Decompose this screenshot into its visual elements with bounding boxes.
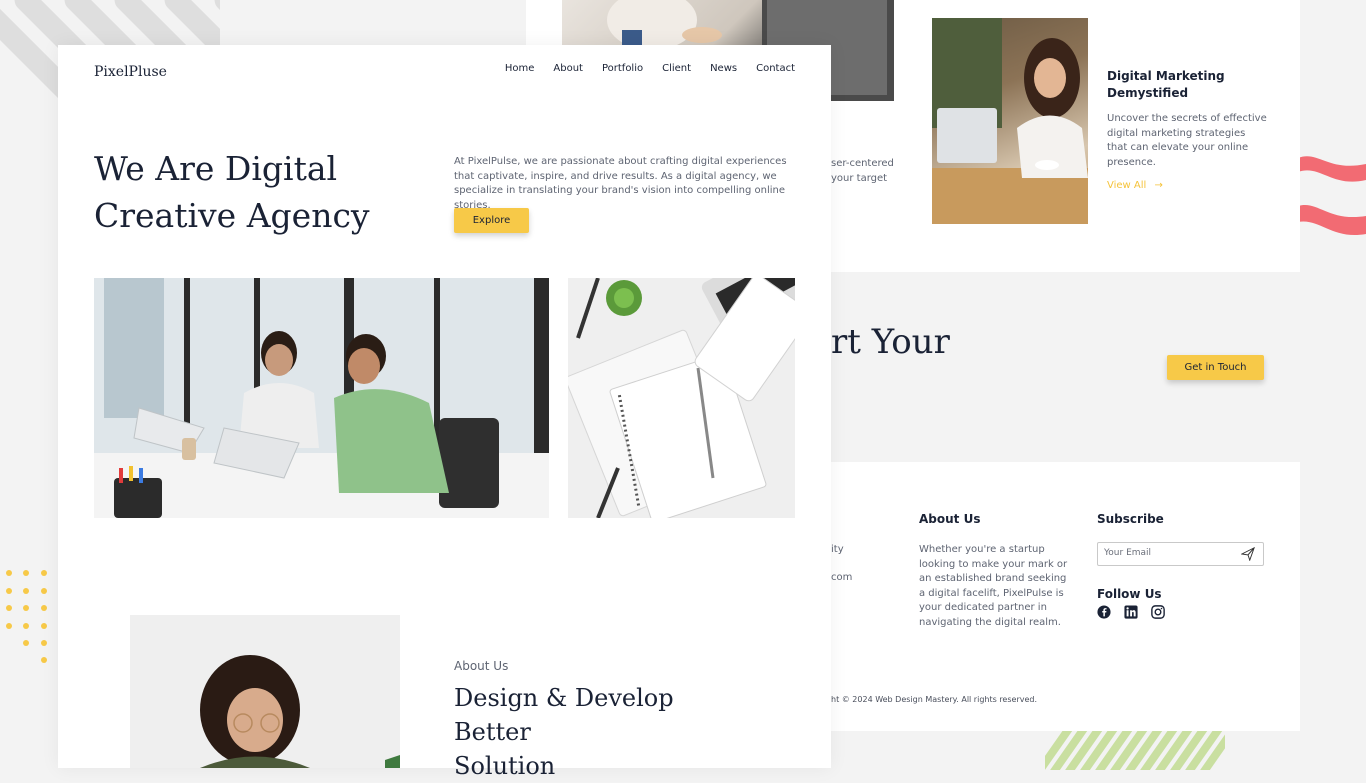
facebook-icon[interactable] <box>1097 605 1111 619</box>
cut-text-line-2: your target <box>831 173 888 184</box>
decorative-wave-bottom <box>1298 204 1366 236</box>
footer-about-title: About Us <box>919 512 981 526</box>
site-logo[interactable]: PixelPluse <box>94 64 167 80</box>
decorative-green-stripes <box>1045 730 1225 770</box>
instagram-icon[interactable] <box>1151 605 1165 619</box>
cta-heading: rt Your <box>831 322 950 362</box>
copyright-text: ht © 2024 Web Design Mastery. All rights… <box>831 695 1038 704</box>
blog-photo-woman-laptop <box>932 18 1088 224</box>
hero-title-line-1: We Are Digital <box>94 149 338 188</box>
view-all-label: View All <box>1107 180 1147 191</box>
nav-about[interactable]: About <box>553 63 583 74</box>
hero-title: We Are Digital Creative Agency <box>94 145 424 239</box>
email-placeholder: Your Email <box>1104 548 1152 558</box>
about-woman-photo <box>130 615 400 768</box>
hero-title-line-2: Creative Agency <box>94 196 370 235</box>
main-nav: Home About Portfolio Client News Contact <box>505 63 795 74</box>
get-in-touch-button[interactable]: Get in Touch <box>1167 355 1264 380</box>
nav-portfolio[interactable]: Portfolio <box>602 63 643 74</box>
email-input[interactable]: Your Email <box>1097 542 1264 566</box>
footer-cut-text-2: com <box>831 572 853 583</box>
arrow-right-icon: → <box>1154 180 1163 191</box>
about-section-label: About Us <box>454 659 509 673</box>
desk-notebook-photo <box>568 278 795 518</box>
decorative-dots <box>4 570 54 670</box>
office-team-photo <box>94 278 549 518</box>
footer-about-text: Whether you're a startup looking to make… <box>919 544 1068 628</box>
view-all-link[interactable]: View All → <box>1107 180 1163 191</box>
main-page-card: PixelPluse Home About Portfolio Client N… <box>58 45 831 780</box>
cut-text-line-1: ser-centered <box>831 158 894 169</box>
nav-news[interactable]: News <box>710 63 737 74</box>
about-title-line-1: Design & Develop Better <box>454 684 674 746</box>
follow-us-title: Follow Us <box>1097 587 1162 601</box>
footer-cut-text-1: ity <box>831 544 844 555</box>
hero-description: At PixelPulse, we are passionate about c… <box>454 156 787 211</box>
subscribe-title: Subscribe <box>1097 512 1164 526</box>
nav-contact[interactable]: Contact <box>756 63 795 74</box>
decorative-wave-top <box>1298 156 1366 182</box>
blog-title: Digital Marketing Demystified <box>1107 69 1225 100</box>
about-title-line-2: Solution <box>454 752 556 780</box>
linkedin-icon[interactable] <box>1124 605 1138 619</box>
blog-text: Uncover the secrets of effective digital… <box>1107 113 1267 168</box>
send-icon[interactable] <box>1241 547 1255 561</box>
nav-home[interactable]: Home <box>505 63 535 74</box>
nav-client[interactable]: Client <box>662 63 691 74</box>
explore-button[interactable]: Explore <box>454 208 529 233</box>
